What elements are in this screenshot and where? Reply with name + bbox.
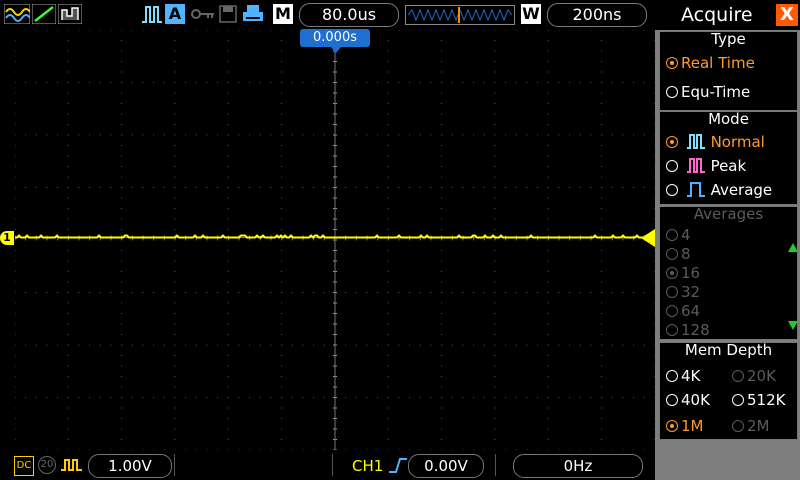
window-time-value[interactable]: 200ns xyxy=(547,3,647,27)
radio-icon xyxy=(666,394,678,406)
timebase-value[interactable]: 80.0us xyxy=(299,3,399,27)
divider xyxy=(174,454,175,476)
trigger-position-label[interactable]: 0.000s xyxy=(300,29,370,47)
mem-depth-group[interactable]: Mem Depth 4K 20K 40K 512K 1M 2M xyxy=(659,341,798,440)
graticule xyxy=(14,29,656,451)
trigger-source: CH1 xyxy=(352,457,384,475)
mem-option-4k[interactable]: 4K xyxy=(666,367,700,385)
mem-option-20k: 20K xyxy=(732,367,776,385)
key-icon xyxy=(191,9,214,19)
averages-option: 4 xyxy=(666,226,691,244)
mem-option-40k[interactable]: 40K xyxy=(666,391,710,409)
status-bar: A M 80.0us W 200ns xyxy=(0,0,655,30)
save-icon xyxy=(219,5,237,23)
averages-option: 64 xyxy=(666,302,700,320)
type-group[interactable]: Type Real Time Equ-Time xyxy=(659,30,798,111)
ch1-volts-per-div[interactable]: 1.00V xyxy=(88,454,172,478)
radio-icon xyxy=(666,324,678,336)
trigger-level-value[interactable]: 0.00V xyxy=(408,454,484,478)
mem-option-512k[interactable]: 512K xyxy=(732,391,785,409)
mem-option-2m: 2M xyxy=(732,417,770,435)
line-icon xyxy=(32,4,56,24)
close-button[interactable]: X xyxy=(776,4,798,26)
averages-group: Averages 4 8 16 32 64 128 xyxy=(659,205,798,340)
radio-icon xyxy=(666,305,678,317)
probe-icon xyxy=(61,459,82,471)
mode-option-peak[interactable]: Peak xyxy=(666,157,746,175)
scroll-down-icon xyxy=(788,321,798,330)
normal-mode-icon xyxy=(686,134,705,149)
menu-title: Acquire xyxy=(681,4,753,26)
radio-selected-icon xyxy=(666,136,678,148)
radio-icon xyxy=(732,370,744,382)
auto-mode-badge: A xyxy=(165,4,185,24)
type-group-title: Type xyxy=(711,30,746,48)
radio-icon xyxy=(666,86,678,98)
type-option-realtime[interactable]: Real Time xyxy=(666,54,755,72)
mode-group[interactable]: Mode Normal Peak Average xyxy=(659,110,798,205)
peak-mode-icon xyxy=(686,158,705,173)
rising-edge-icon xyxy=(389,458,407,473)
menu-header: Acquire X xyxy=(655,0,800,30)
persist-icon xyxy=(58,4,82,24)
scroll-up-icon xyxy=(788,243,798,252)
main-timebase-badge: M xyxy=(273,4,293,24)
radio-icon xyxy=(666,248,678,260)
averages-option: 8 xyxy=(666,245,691,263)
mem-option-1m[interactable]: 1M xyxy=(666,417,704,435)
divider xyxy=(495,454,496,476)
memory-position-bar xyxy=(405,5,515,25)
radio-selected-icon xyxy=(666,57,678,69)
radio-icon xyxy=(732,394,744,406)
averages-option: 128 xyxy=(666,321,710,339)
averages-group-title: Averages xyxy=(693,205,764,223)
waveform-icon xyxy=(4,4,30,24)
trigger-position-arrow xyxy=(330,46,342,53)
radio-selected-icon xyxy=(666,267,678,279)
waveform-display[interactable] xyxy=(14,29,656,451)
averages-option: 16 xyxy=(666,264,700,282)
ch1-ground-marker[interactable]: 1 xyxy=(0,231,14,245)
printer-icon xyxy=(243,5,263,21)
type-option-equtime[interactable]: Equ-Time xyxy=(666,83,750,101)
mode-option-normal[interactable]: Normal xyxy=(666,133,765,151)
mem-depth-group-title: Mem Depth xyxy=(684,341,773,359)
mode-group-title: Mode xyxy=(708,110,749,128)
divider xyxy=(332,454,333,476)
dc-coupling-icon: DC xyxy=(14,456,34,476)
radio-icon xyxy=(666,286,678,298)
acquire-menu: Acquire X Type Real Time Equ-Time Mode N… xyxy=(655,0,800,480)
radio-icon xyxy=(666,184,678,196)
radio-icon xyxy=(666,370,678,382)
radio-icon xyxy=(732,420,744,432)
radio-icon xyxy=(666,229,678,241)
radio-selected-icon xyxy=(666,420,678,432)
bw-limit-icon: 20 xyxy=(38,456,56,474)
averages-option: 32 xyxy=(666,283,700,301)
mode-option-average[interactable]: Average xyxy=(666,181,772,199)
trigger-level-marker[interactable] xyxy=(640,229,656,247)
trigger-state-icon xyxy=(142,6,162,23)
channel-status-bar: DC 20 1.00V CH1 0.00V 0Hz xyxy=(0,450,655,480)
radio-icon xyxy=(666,160,678,172)
window-timebase-badge: W xyxy=(521,4,541,24)
average-mode-icon xyxy=(686,182,705,197)
frequency-counter: 0Hz xyxy=(513,454,643,478)
